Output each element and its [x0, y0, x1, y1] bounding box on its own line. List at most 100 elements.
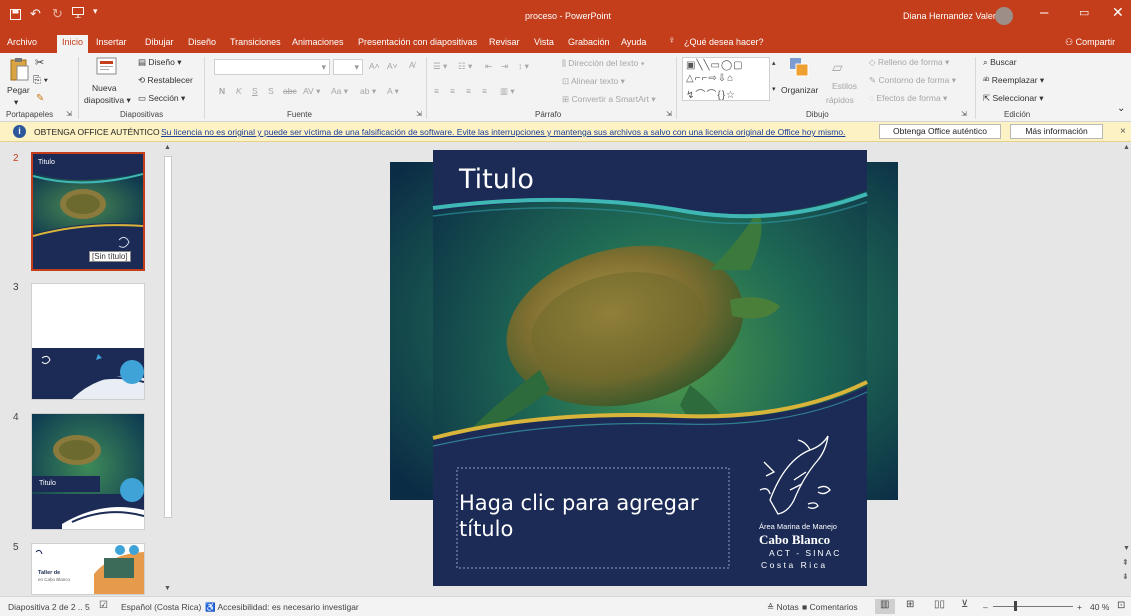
bold-button[interactable]: N	[219, 86, 225, 96]
tab-revisar[interactable]: Revisar	[489, 37, 520, 47]
tab-archivo[interactable]: Archivo	[7, 37, 37, 47]
tab-animaciones[interactable]: Animaciones	[292, 37, 344, 47]
scroll-thumb[interactable]	[164, 156, 172, 518]
user-name[interactable]: Diana Hernandez Valerio	[903, 11, 1003, 21]
align-center-icon[interactable]: ≡	[450, 86, 455, 96]
scroll-down-icon[interactable]: ▼	[1123, 545, 1130, 552]
slide-title[interactable]: Titulo	[459, 164, 534, 195]
previous-slide-icon[interactable]: ⇞	[1122, 558, 1129, 567]
zoom-level[interactable]: 40 %	[1090, 602, 1109, 612]
bullets-icon[interactable]: ☰ ▾	[433, 61, 447, 72]
highlight-icon[interactable]: ab ▾	[360, 86, 376, 97]
tab-dibujar[interactable]: Dibujar	[145, 37, 174, 47]
layout-button[interactable]: ▤ Diseño ▾	[138, 57, 182, 68]
font-name-input[interactable]: ▾	[214, 59, 330, 75]
select-button[interactable]: ⇱ Seleccionar ▾	[983, 93, 1044, 104]
tell-me-input[interactable]: ¿Qué desea hacer?	[684, 37, 764, 47]
spelling-icon[interactable]: ☑	[99, 600, 108, 611]
collapse-ribbon-icon[interactable]: ⌄	[1117, 103, 1125, 114]
new-slide-icon[interactable]	[96, 56, 118, 80]
save-icon[interactable]	[10, 8, 21, 23]
clear-format-icon[interactable]: A̸	[409, 60, 415, 70]
strike-icon[interactable]: abc	[283, 86, 297, 96]
comments-button[interactable]: ■ Comentarios	[802, 602, 858, 612]
thumbnail-slide-2[interactable]: Titulo [Sin título]	[31, 152, 145, 271]
fit-slide-icon[interactable]: ⊡	[1117, 600, 1125, 611]
tab-inicio[interactable]: Inicio	[57, 35, 89, 53]
tab-grabacion[interactable]: Grabación	[568, 37, 610, 47]
shape-effects-button[interactable]: ◌ Efectos de forma ▾	[869, 93, 947, 104]
close-notice-icon[interactable]: ×	[1120, 126, 1126, 137]
tab-diseno[interactable]: Diseño	[188, 37, 216, 47]
reading-view-icon[interactable]: ▯▯	[934, 599, 945, 610]
tab-presentacion[interactable]: Presentación con diapositivas	[358, 37, 477, 47]
canvas-scrollbar[interactable]: ▲ ▼ ⇞ ⇟	[1121, 142, 1131, 596]
restore-icon[interactable]: ▭	[1079, 6, 1089, 19]
zoom-slider-thumb[interactable]	[1014, 601, 1017, 611]
paragraph-launcher-icon[interactable]: ⇲	[666, 110, 672, 118]
undo-icon[interactable]: ↶	[30, 6, 41, 22]
notice-link[interactable]: Su licencia no es original y puede ser v…	[161, 127, 845, 137]
text-direction-button[interactable]: ⫼ Dirección del texto ▾	[562, 58, 645, 69]
customize-toolbar-icon[interactable]: ▾	[93, 6, 98, 17]
shadow-button[interactable]: S	[268, 86, 274, 96]
scroll-up-icon[interactable]: ▲	[1123, 144, 1130, 151]
tab-ayuda[interactable]: Ayuda	[621, 37, 646, 47]
change-case-icon[interactable]: Aa ▾	[331, 86, 348, 97]
get-office-button[interactable]: Obtenga Office auténtico	[879, 124, 1001, 139]
close-icon[interactable]: ✕	[1112, 4, 1124, 21]
title-placeholder[interactable]: Haga clic para agregar título	[459, 490, 719, 542]
align-right-icon[interactable]: ≡	[466, 86, 471, 96]
clipboard-launcher-icon[interactable]: ⇲	[66, 110, 72, 118]
font-launcher-icon[interactable]: ⇲	[416, 110, 422, 118]
avatar[interactable]	[995, 7, 1013, 25]
columns-icon[interactable]: ▥ ▾	[500, 86, 515, 97]
zoom-in-icon[interactable]: +	[1077, 602, 1082, 612]
section-button[interactable]: ▭ Sección ▾	[138, 93, 185, 104]
slideshow-icon[interactable]: ⊻	[961, 599, 968, 610]
arrange-label[interactable]: Organizar	[781, 85, 818, 95]
smartart-button[interactable]: ⊞ Convertir a SmartArt ▾	[562, 94, 656, 105]
slide-sorter-icon[interactable]: ⊞	[906, 599, 914, 610]
new-slide-button[interactable]: diapositiva ▾	[84, 95, 131, 106]
justify-icon[interactable]: ≡	[482, 86, 487, 96]
scroll-down-icon[interactable]: ▼	[164, 585, 171, 592]
reset-button[interactable]: ⟲ Restablecer	[138, 75, 193, 86]
spacing-icon[interactable]: AV ▾	[303, 86, 320, 97]
scroll-up-icon[interactable]: ▴	[772, 59, 776, 67]
minimize-icon[interactable]: –	[1040, 4, 1048, 21]
find-button[interactable]: ⌕ Buscar	[983, 57, 1017, 68]
accessibility-status[interactable]: ♿ Accesibilidad: es necesario investigar	[205, 602, 359, 613]
zoom-out-icon[interactable]: –	[983, 602, 988, 612]
share-button[interactable]: ⚇ Compartir	[1065, 37, 1115, 48]
align-left-icon[interactable]: ≡	[434, 86, 439, 96]
indent-increase-icon[interactable]: ⇥	[501, 61, 508, 72]
thumbnail-slide-4[interactable]: Titulo	[31, 413, 145, 530]
replace-button[interactable]: ᵃᵇ Reemplazar ▾	[983, 75, 1044, 86]
arrange-icon[interactable]	[788, 56, 810, 80]
notes-button[interactable]: ≙ Notas	[767, 602, 799, 613]
cut-icon[interactable]: ✂	[35, 56, 44, 69]
thumbnail-slide-3[interactable]	[31, 283, 145, 400]
language-status[interactable]: Español (Costa Rica)	[121, 602, 201, 612]
paste-dropdown-icon[interactable]: ▾	[14, 97, 18, 108]
font-color-icon[interactable]: A ▾	[387, 86, 399, 97]
zoom-slider[interactable]	[993, 606, 1073, 607]
next-slide-icon[interactable]: ⇟	[1122, 572, 1129, 581]
paste-button[interactable]	[8, 57, 30, 85]
scroll-up-icon[interactable]: ▲	[164, 144, 171, 151]
italic-button[interactable]: K	[236, 86, 242, 96]
shrink-font-icon[interactable]: A˅	[387, 61, 398, 71]
thumbnail-slide-5[interactable]: Taller de en Cabo Blanco	[31, 543, 145, 595]
tab-transiciones[interactable]: Transiciones	[230, 37, 281, 47]
format-painter-icon[interactable]: ✎	[36, 93, 44, 104]
indent-decrease-icon[interactable]: ⇤	[485, 61, 492, 72]
drawing-launcher-icon[interactable]: ⇲	[961, 110, 967, 118]
redo-icon[interactable]: ↻	[52, 6, 63, 22]
underline-button[interactable]: S	[252, 86, 258, 96]
numbering-icon[interactable]: ☷ ▾	[458, 61, 472, 72]
copy-icon[interactable]: ⎘ ▾	[33, 75, 48, 86]
shapes-gallery[interactable]: ▣╲╲▭◯▢ △⌐⌐⇨⇩⌂ ↯⌒⌒{}☆	[682, 57, 770, 101]
more-info-button[interactable]: Más información	[1010, 124, 1103, 139]
thumbnails-scrollbar[interactable]: ▲ ▼	[162, 142, 173, 596]
